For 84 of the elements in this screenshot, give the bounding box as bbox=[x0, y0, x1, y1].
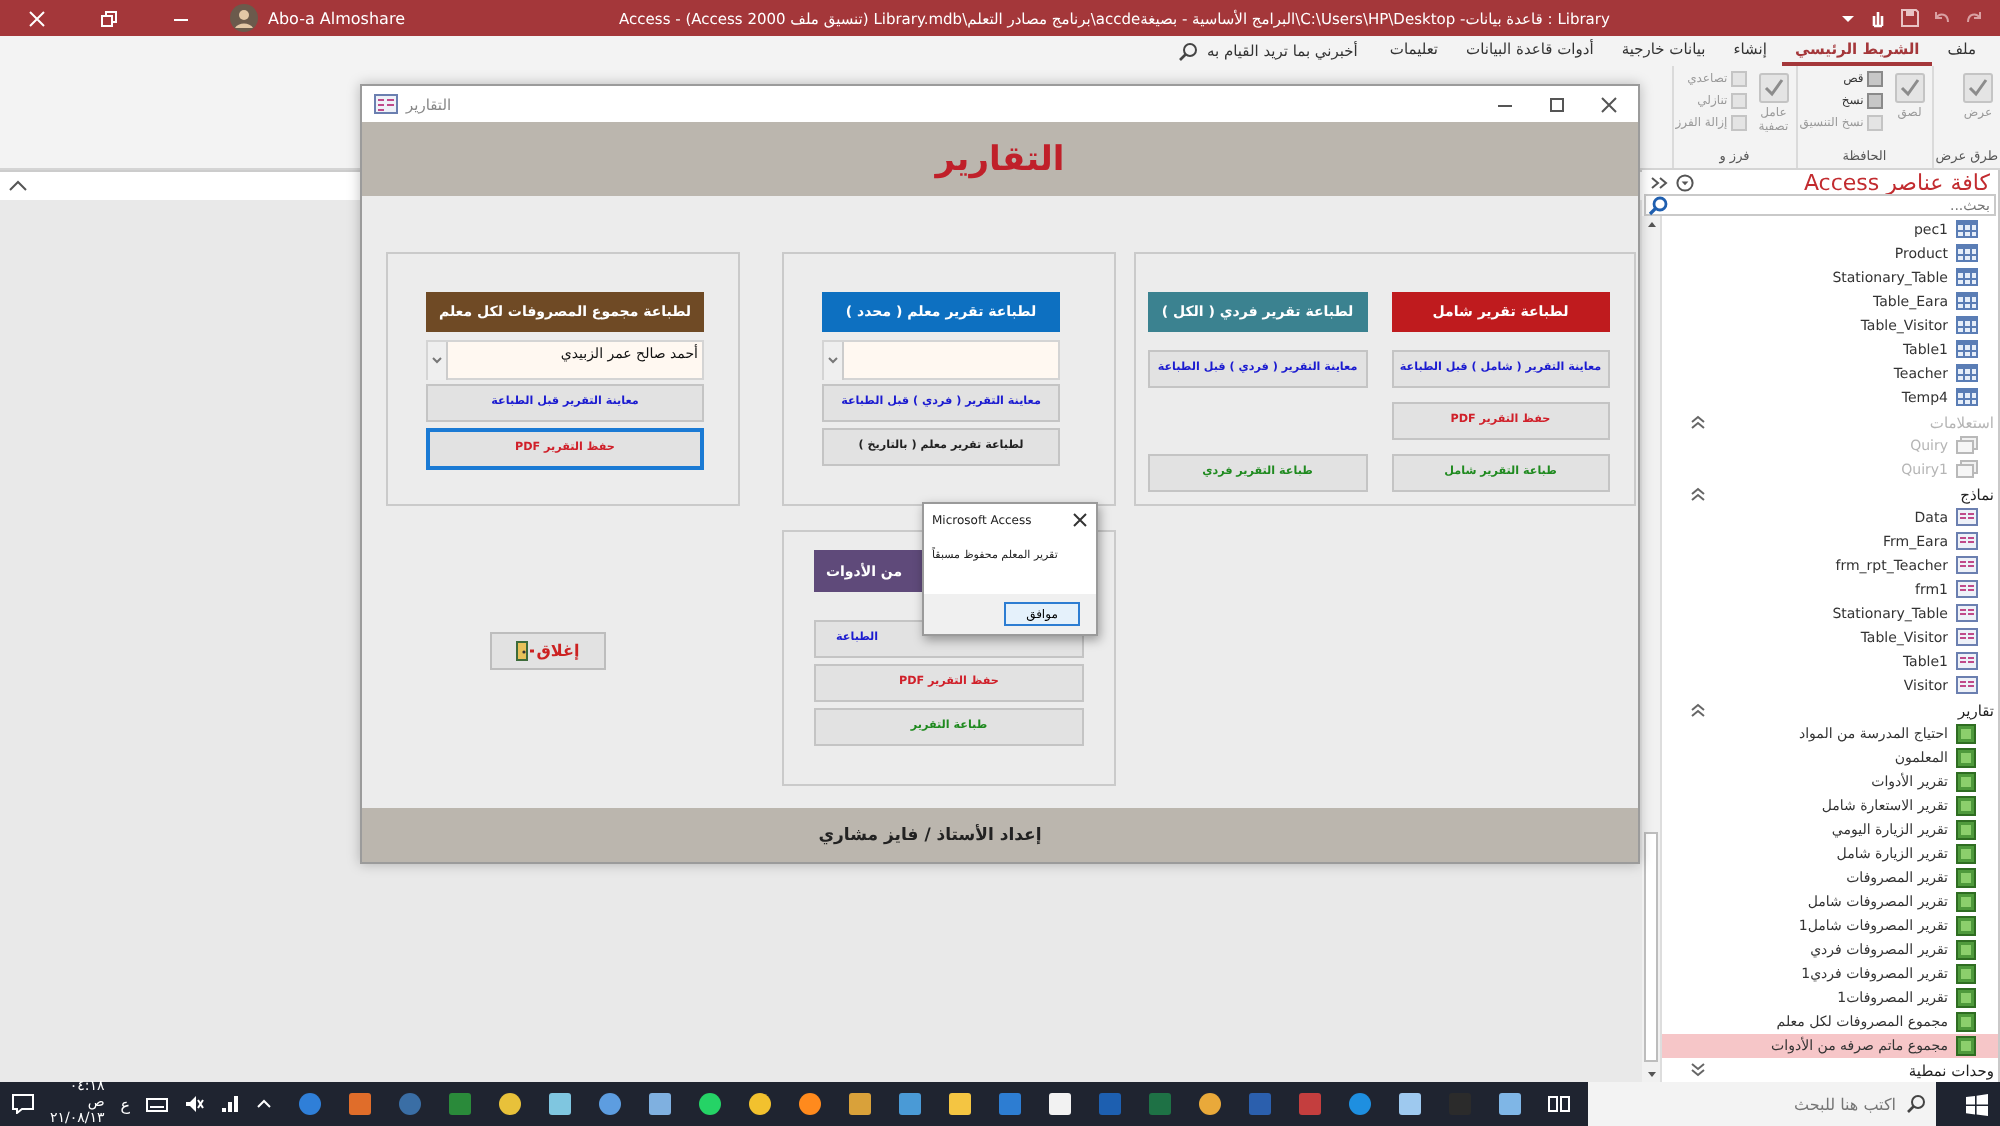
avatar-icon[interactable] bbox=[230, 4, 258, 32]
close-form-button[interactable]: إغلاق bbox=[489, 632, 605, 670]
user-name: Abo-a Almoshare bbox=[268, 9, 405, 27]
form-icon bbox=[1956, 508, 1978, 528]
report-icon bbox=[1956, 868, 1978, 888]
report-icon bbox=[1956, 796, 1978, 816]
notification-icon[interactable] bbox=[12, 1094, 34, 1114]
report-icon bbox=[1956, 940, 1978, 960]
restore-icon[interactable] bbox=[100, 9, 118, 27]
table-icon bbox=[1956, 220, 1978, 240]
app-icon[interactable] bbox=[748, 1092, 773, 1116]
undo-icon[interactable] bbox=[1932, 8, 1952, 28]
table-icon bbox=[1956, 316, 1978, 336]
app-icon[interactable] bbox=[1398, 1092, 1423, 1116]
caret-icon bbox=[428, 341, 448, 379]
dropdown-icon[interactable] bbox=[1676, 173, 1694, 191]
report-icon bbox=[1956, 1012, 1978, 1032]
form-icon bbox=[1956, 676, 1978, 696]
form-icon bbox=[1956, 652, 1978, 672]
command-icon bbox=[1755, 70, 1792, 106]
search-icon bbox=[1906, 1094, 1926, 1114]
author-credit: إعداد الأستاذ / فايز مشاري bbox=[818, 825, 1042, 845]
table-icon bbox=[1956, 244, 1978, 264]
collapse-icon[interactable] bbox=[1650, 173, 1668, 191]
caret-icon[interactable] bbox=[256, 1096, 273, 1112]
maximize-icon[interactable] bbox=[1548, 95, 1566, 113]
command-icon bbox=[1891, 70, 1928, 106]
door-icon bbox=[514, 640, 535, 662]
network-icon[interactable] bbox=[220, 1094, 241, 1114]
form-icon bbox=[374, 94, 398, 114]
app-icon[interactable] bbox=[798, 1092, 823, 1116]
dropdown-field[interactable] bbox=[822, 340, 1060, 380]
report-icon bbox=[1956, 724, 1978, 744]
report-icon bbox=[1956, 844, 1978, 864]
speaker-icon[interactable] bbox=[184, 1094, 205, 1114]
scrollbar[interactable] bbox=[1642, 216, 1662, 1082]
search-field[interactable]: اكتب هنا للبحث bbox=[1588, 1082, 1936, 1126]
app-icon[interactable] bbox=[1198, 1092, 1223, 1116]
report-icon bbox=[1956, 748, 1978, 768]
hand-icon[interactable] bbox=[1868, 8, 1888, 28]
dropdown-icon[interactable] bbox=[1840, 10, 1856, 26]
form-icon bbox=[1956, 532, 1978, 552]
pane-title: كافة عناصر Access bbox=[1803, 169, 1990, 195]
caret-icon bbox=[824, 341, 844, 379]
close-icon[interactable] bbox=[1072, 512, 1088, 528]
close-icon[interactable] bbox=[1600, 95, 1618, 113]
table-icon bbox=[1956, 292, 1978, 312]
app-icon[interactable] bbox=[548, 1092, 573, 1116]
redo-icon[interactable] bbox=[1964, 8, 1984, 28]
report-icon bbox=[1956, 964, 1978, 984]
search-icon bbox=[1648, 195, 1668, 215]
report-icon bbox=[1956, 820, 1978, 840]
save-icon[interactable] bbox=[1900, 8, 1920, 28]
report-icon bbox=[1956, 892, 1978, 912]
form-heading: التقارير bbox=[935, 139, 1065, 179]
app-icon[interactable] bbox=[1498, 1092, 1523, 1116]
report-icon bbox=[1956, 1036, 1978, 1056]
form-icon bbox=[1956, 604, 1978, 624]
table-icon bbox=[1956, 268, 1978, 288]
form-icon bbox=[1956, 556, 1978, 576]
search-icon bbox=[1178, 41, 1199, 61]
keyboard-icon[interactable] bbox=[146, 1095, 169, 1113]
app-icon[interactable] bbox=[698, 1092, 723, 1116]
form-icon bbox=[1956, 580, 1978, 600]
app-icon[interactable] bbox=[948, 1092, 973, 1116]
report-icon bbox=[1956, 916, 1978, 936]
table-icon bbox=[1956, 388, 1978, 408]
app-icon[interactable] bbox=[1048, 1092, 1073, 1116]
form-icon bbox=[1956, 628, 1978, 648]
table-icon bbox=[1956, 364, 1978, 384]
table-icon bbox=[1956, 340, 1978, 360]
query-icon bbox=[1956, 460, 1978, 480]
language-indicator[interactable]: ع bbox=[120, 1095, 131, 1113]
report-icon bbox=[1956, 988, 1978, 1008]
app-icon[interactable] bbox=[848, 1092, 873, 1116]
scroll-thumb[interactable] bbox=[1644, 832, 1658, 1062]
report-icon bbox=[1956, 772, 1978, 792]
collapse-icon[interactable] bbox=[8, 178, 28, 194]
query-icon bbox=[1956, 436, 1978, 456]
command-icon bbox=[1960, 70, 1996, 106]
task-view-icon[interactable] bbox=[1548, 1094, 1573, 1114]
windows-icon[interactable] bbox=[1966, 1093, 1988, 1115]
app-icon[interactable] bbox=[498, 1092, 523, 1116]
app-icon[interactable] bbox=[648, 1092, 673, 1116]
